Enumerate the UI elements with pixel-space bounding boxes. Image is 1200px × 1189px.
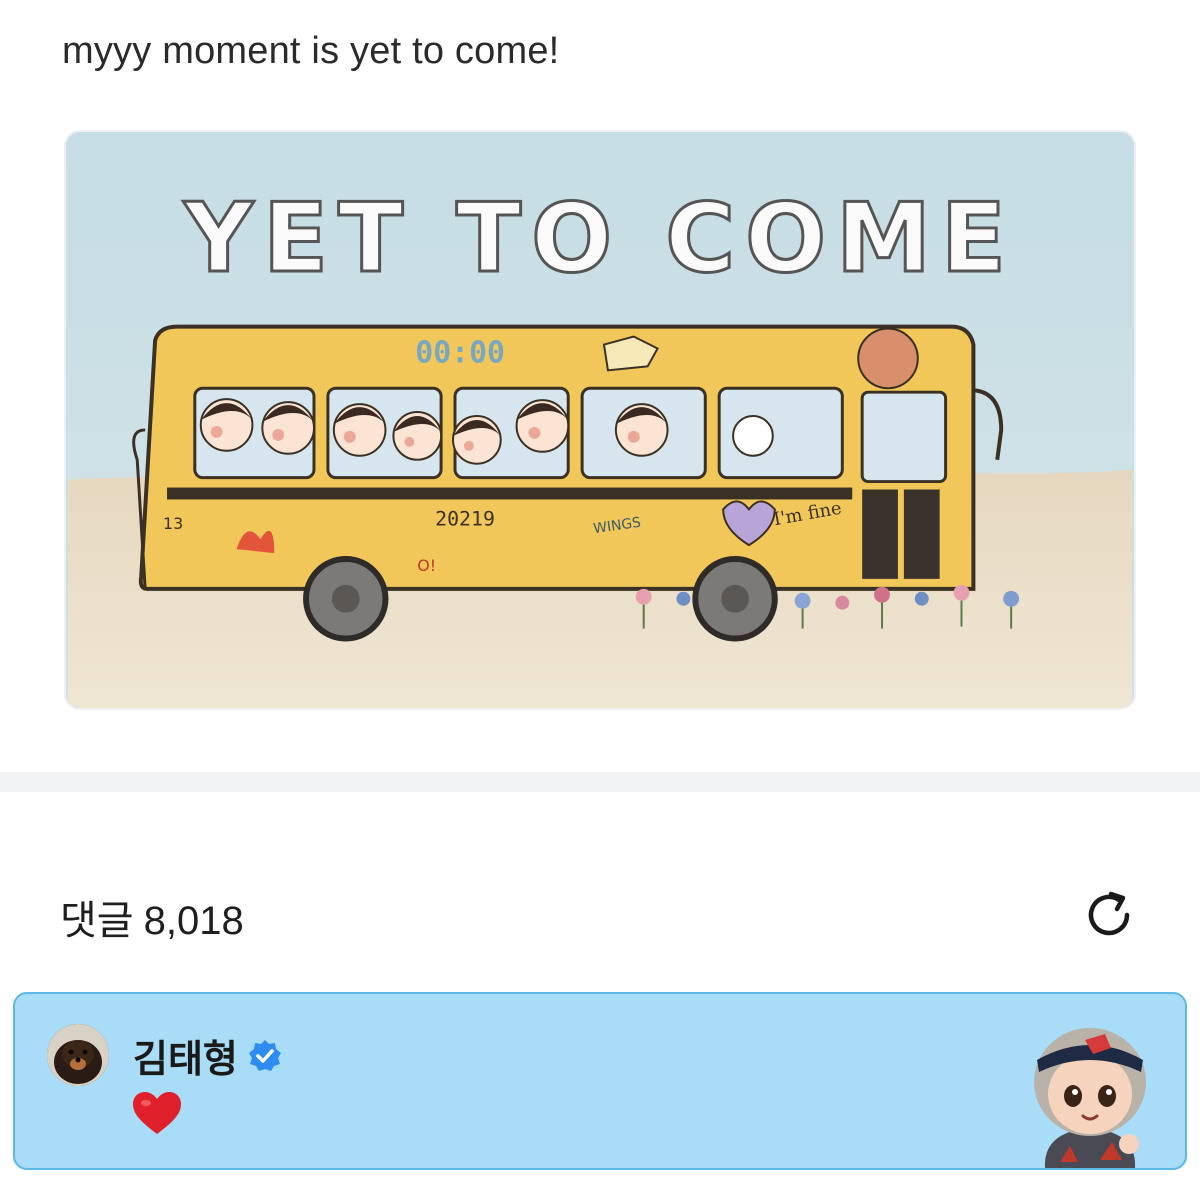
comment-author-name[interactable]: 김태형 <box>133 1028 238 1083</box>
side-number-text: 13 <box>163 514 183 533</box>
avatar[interactable] <box>47 1024 109 1086</box>
character-sticker <box>1015 1012 1165 1168</box>
section-divider <box>0 772 1200 792</box>
comment-card-highlighted[interactable]: 김태형 <box>13 992 1187 1170</box>
comments-header: 댓글 8,018 <box>60 888 254 946</box>
verified-badge-icon <box>248 1039 281 1071</box>
refresh-button[interactable] <box>1076 882 1142 948</box>
dog-avatar-icon <box>47 1024 109 1086</box>
chibi-character-icon <box>1034 1028 1146 1168</box>
post-text: myyy moment is yet to come! <box>62 30 560 72</box>
post-image[interactable]: YET TO COME 00:00 20219 13 WINGS I'm fin… <box>64 130 1136 710</box>
refresh-icon <box>1088 891 1130 936</box>
clock-text: 00:00 <box>415 335 505 370</box>
bus-illustration: YET TO COME 00:00 20219 13 WINGS I'm fin… <box>67 132 1133 708</box>
comments-count: 8,018 <box>143 899 244 943</box>
comments-label: 댓글 <box>60 899 134 943</box>
headline-text: YET TO COME <box>183 184 1016 294</box>
oh-sticker-text: O! <box>417 556 436 575</box>
plate-text: 20219 <box>435 507 495 530</box>
red-heart-icon <box>133 1092 181 1134</box>
comment-body <box>131 1090 185 1138</box>
comment-author-row: 김태형 <box>133 1028 282 1083</box>
